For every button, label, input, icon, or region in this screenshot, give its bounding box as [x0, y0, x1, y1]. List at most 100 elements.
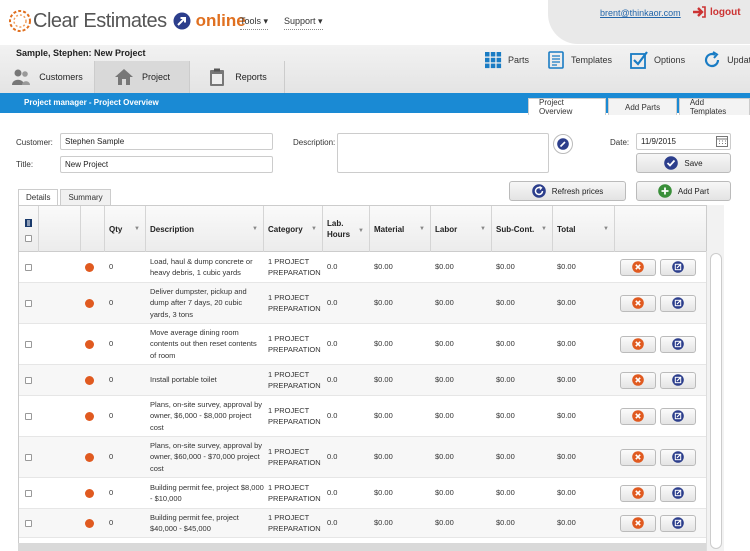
refresh-prices-button[interactable]: Refresh prices — [509, 181, 626, 201]
cell-labor: $0.00 — [435, 375, 454, 385]
edit-icon — [672, 410, 684, 422]
save-button[interactable]: Save — [636, 153, 731, 173]
column-header-qty[interactable]: Qty ▼ — [105, 206, 146, 252]
tab-customers[interactable]: Customers — [0, 61, 95, 93]
edit-row-button[interactable] — [660, 514, 696, 532]
templates-button[interactable]: Templates — [547, 49, 612, 71]
subtab-project-overview[interactable]: Project Overview — [528, 98, 607, 116]
logout-button[interactable]: logout — [692, 6, 741, 18]
add-part-button[interactable]: Add Part — [636, 181, 731, 201]
customer-field[interactable]: Stephen Sample — [60, 133, 273, 150]
row-select-cell — [19, 437, 39, 477]
options-button[interactable]: Options — [630, 49, 685, 71]
user-email-link[interactable]: brent@thinkaor.com — [600, 8, 681, 18]
title-field[interactable]: New Project — [60, 156, 273, 173]
delete-row-button[interactable] — [620, 371, 656, 389]
cell-subcont: $0.00 — [496, 452, 515, 462]
calendar-icon[interactable] — [716, 135, 728, 147]
row-checkbox[interactable] — [25, 453, 32, 461]
edit-row-button[interactable] — [660, 258, 696, 276]
table-row[interactable]: 0 Plans, on-site survey, approval by owne… — [19, 396, 707, 437]
delete-row-button[interactable] — [620, 484, 656, 502]
delete-row-button[interactable] — [620, 514, 656, 532]
edit-row-button[interactable] — [660, 335, 696, 353]
column-qty-label: Qty — [109, 224, 123, 234]
cell-lab-hours: 0.0 — [327, 262, 338, 272]
column-chooser-icon[interactable] — [24, 217, 33, 229]
cell-subcont: $0.00 — [496, 488, 515, 498]
cell-lab-hours: 0.0 — [327, 375, 338, 385]
update-button[interactable]: Update — [703, 49, 750, 71]
select-all-checkbox[interactable] — [25, 234, 32, 242]
row-checkbox[interactable] — [25, 489, 32, 497]
delete-row-button[interactable] — [620, 448, 656, 466]
table-row[interactable]: 0 Building permit fee, project $40,000 - … — [19, 509, 707, 538]
header-blank-1 — [39, 206, 81, 252]
delete-row-button[interactable] — [620, 335, 656, 353]
row-checkbox[interactable] — [25, 412, 32, 420]
header-select-cell — [19, 206, 39, 252]
row-checkbox[interactable] — [25, 299, 32, 307]
grid-header-corner — [706, 205, 724, 251]
column-header-total[interactable]: Total ▼ — [553, 206, 615, 252]
brand-logo[interactable]: Clear Estimates online — [8, 6, 246, 36]
table-row[interactable]: 0 Install portable toilet 1 PROJECT PREPAR… — [19, 365, 707, 396]
cell-lab-hours: 0.0 — [327, 488, 338, 498]
column-header-lab-hours[interactable]: Lab. Hours ▼ — [323, 206, 370, 252]
column-header-material[interactable]: Material ▼ — [370, 206, 431, 252]
row-checkbox[interactable] — [25, 376, 32, 384]
tab-project[interactable]: Project — [95, 61, 190, 93]
row-checkbox[interactable] — [25, 519, 32, 527]
column-subcont-label: Sub-Cont. — [496, 224, 535, 234]
parts-button[interactable]: Parts — [484, 49, 529, 71]
logo-swirl-icon — [9, 10, 31, 32]
delete-row-button[interactable] — [620, 258, 656, 276]
cell-description: Move average dining room contents out th… — [150, 327, 257, 360]
table-row[interactable]: 0 Deliver dumpster, pickup and dump after… — [19, 283, 707, 324]
edit-row-button[interactable] — [660, 448, 696, 466]
row-actions — [619, 478, 707, 508]
delete-row-button[interactable] — [620, 294, 656, 312]
subtab-add-templates[interactable]: Add Templates — [678, 98, 750, 116]
column-header-category[interactable]: Category ▼ — [264, 206, 323, 252]
edit-row-button[interactable] — [660, 294, 696, 312]
column-header-labor[interactable]: Labor ▼ — [431, 206, 492, 252]
brand-suffix: online — [195, 11, 246, 30]
edit-row-button[interactable] — [660, 371, 696, 389]
table-row[interactable]: 0 Move average dining room contents out t… — [19, 324, 707, 365]
column-header-description[interactable]: Description ▼ — [146, 206, 264, 252]
checkbox-icon — [630, 51, 648, 69]
table-row[interactable]: 0 Plans, on-site survey, approval by owne… — [19, 437, 707, 478]
tools-menu[interactable]: Tools ▾ — [240, 16, 269, 30]
status-dot-icon — [85, 262, 94, 272]
delete-row-button[interactable] — [620, 407, 656, 425]
tab-summary[interactable]: Summary — [60, 189, 111, 205]
cell-labor: $0.00 — [435, 339, 454, 349]
grid-icon — [485, 52, 502, 69]
description-field[interactable] — [337, 133, 549, 173]
refresh-prices-label: Refresh prices — [551, 186, 604, 196]
support-menu[interactable]: Support ▾ — [284, 16, 323, 30]
tab-reports[interactable]: Reports — [190, 61, 285, 93]
table-row[interactable]: 0 Building permit fee, project $8,000 - $… — [19, 478, 707, 509]
status-dot-icon — [85, 298, 94, 308]
edit-row-button[interactable] — [660, 484, 696, 502]
row-checkbox[interactable] — [25, 263, 32, 271]
edit-icon — [672, 451, 684, 463]
tab-details[interactable]: Details — [18, 189, 59, 205]
row-checkbox[interactable] — [25, 340, 32, 348]
cell-material: $0.00 — [374, 375, 393, 385]
plus-circle-icon — [658, 184, 672, 198]
row-actions — [619, 437, 707, 477]
cell-labor: $0.00 — [435, 488, 454, 498]
cell-material: $0.00 — [374, 339, 393, 349]
subtab-add-parts[interactable]: Add Parts — [608, 98, 677, 115]
scrollbar-thumb[interactable] — [710, 253, 722, 549]
column-header-subcont[interactable]: Sub-Cont. ▼ — [492, 206, 553, 252]
edit-row-button[interactable] — [660, 407, 696, 425]
row-actions — [619, 365, 707, 395]
edit-description-button[interactable] — [553, 134, 573, 154]
update-label: Update — [727, 55, 750, 65]
grid-scrollbar[interactable] — [706, 251, 724, 551]
table-row[interactable]: 0 Load, haul & dump concrete or heavy deb… — [19, 252, 707, 283]
